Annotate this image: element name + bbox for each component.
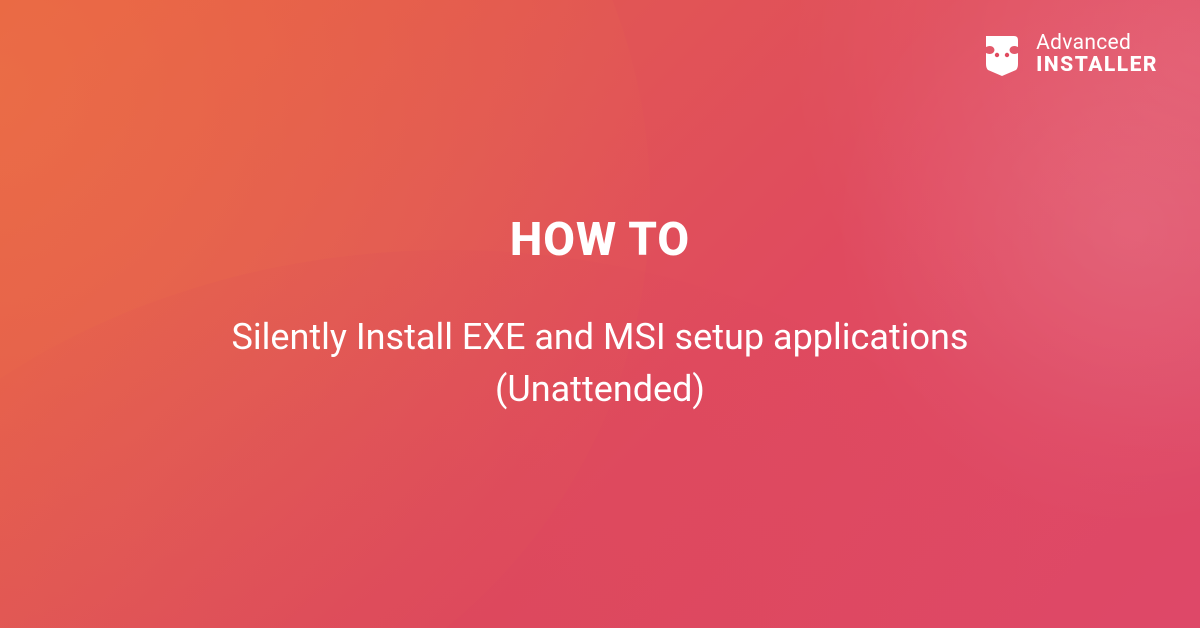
page-subtitle: Silently Install EXE and MSI setup appli… bbox=[190, 311, 1010, 415]
hero-content: HOW TO Silently Install EXE and MSI setu… bbox=[0, 0, 1200, 628]
page-heading: HOW TO bbox=[510, 213, 690, 267]
